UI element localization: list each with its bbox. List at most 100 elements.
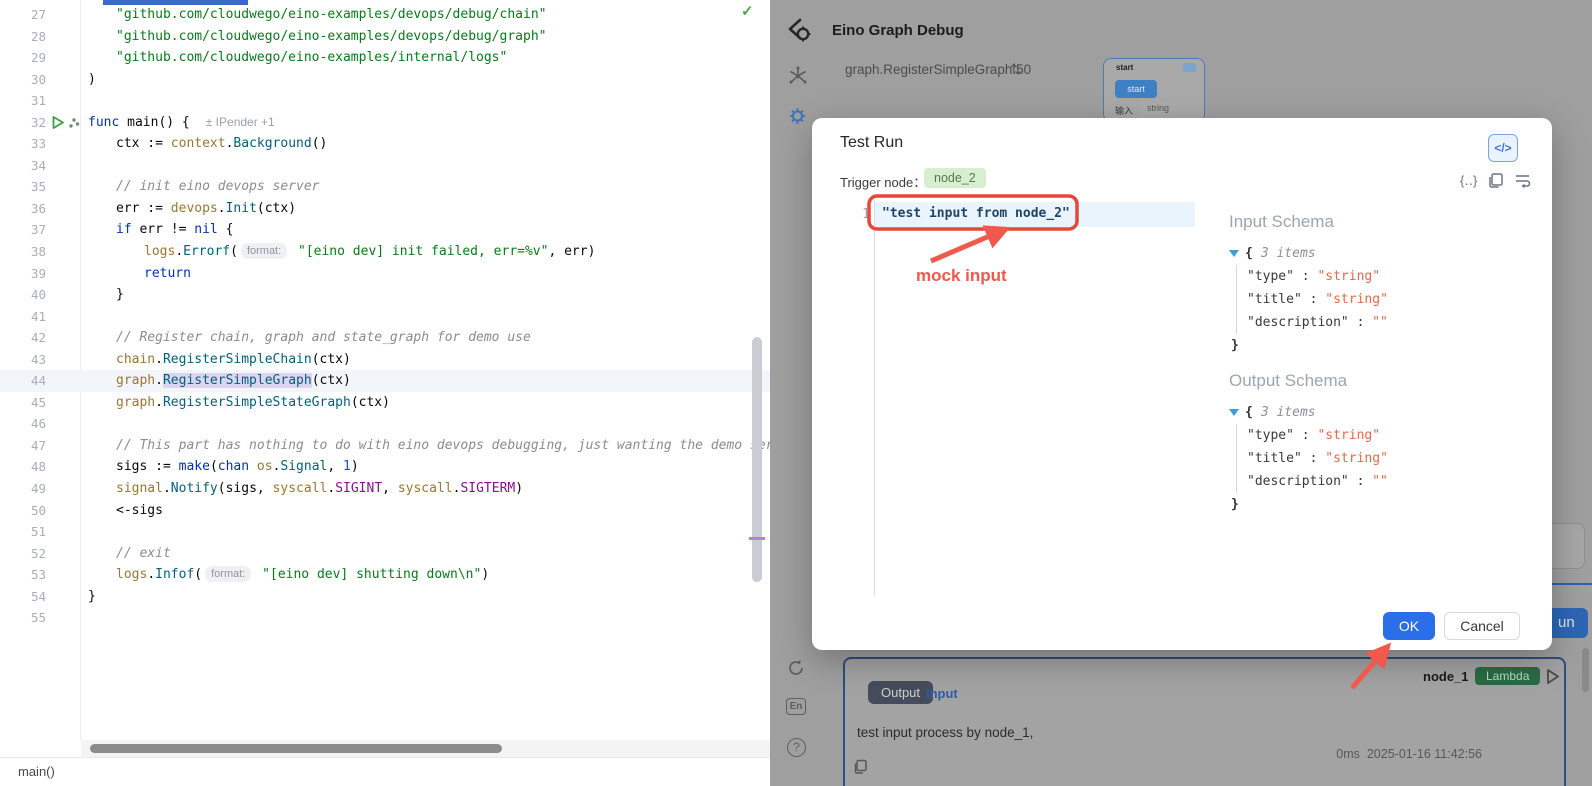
code-text: signal.Notify(sigs, syscall.SIGINT, sysc… xyxy=(88,478,523,500)
code-line[interactable]: 42// Register chain, graph and state_gra… xyxy=(0,327,770,349)
code-line[interactable]: 40} xyxy=(0,284,770,306)
graph-ref-label[interactable]: graph.RegisterSimpleGraph:50 xyxy=(845,62,1031,77)
input-schema-tree[interactable]: {3 items"type" : "string""title" : "stri… xyxy=(1229,242,1529,357)
panel-scrollbar[interactable] xyxy=(1582,648,1589,692)
line-number: 44 xyxy=(0,370,46,392)
code-line[interactable]: 48sigs := make(chan os.Signal, 1) xyxy=(0,456,770,478)
language-toggle-icon[interactable]: En xyxy=(786,698,806,715)
code-line[interactable]: 53logs.Infof(format: "[eino dev] shuttin… xyxy=(0,564,770,586)
code-line[interactable]: 33ctx := context.Background() xyxy=(0,133,770,155)
code-line[interactable]: 52// exit xyxy=(0,543,770,565)
schema-entry: "description" : "" xyxy=(1247,311,1529,334)
code-line[interactable]: 39return xyxy=(0,263,770,285)
ok-button[interactable]: OK xyxy=(1383,612,1435,640)
editor-gutter-divider xyxy=(874,200,875,595)
word-wrap-icon[interactable] xyxy=(1514,172,1531,189)
graph-view-icon[interactable] xyxy=(787,65,809,87)
line-number: 29 xyxy=(0,47,46,69)
refresh-icon[interactable] xyxy=(786,658,806,678)
run-icon[interactable] xyxy=(52,116,64,129)
code-lines[interactable]: 27"github.com/cloudwego/eino-examples/de… xyxy=(0,4,770,629)
code-line[interactable]: 44graph.RegisterSimpleGraph(ctx) xyxy=(0,370,770,392)
code-line[interactable]: 45graph.RegisterSimpleStateGraph(ctx) xyxy=(0,392,770,414)
line-number: 51 xyxy=(0,521,46,543)
code-line[interactable]: 31 xyxy=(0,90,770,112)
trigger-node-badge: node_2 xyxy=(924,168,986,188)
input-schema-title: Input Schema xyxy=(1229,212,1529,234)
code-line[interactable]: 29"github.com/cloudwego/eino-examples/in… xyxy=(0,47,770,69)
code-text: ctx := context.Background() xyxy=(88,133,327,155)
trigger-node-label: Trigger node： xyxy=(840,172,926,191)
code-text: err := devops.Init(ctx) xyxy=(88,198,296,220)
debug-icon[interactable] xyxy=(787,105,808,126)
copy-result-icon[interactable] xyxy=(853,759,868,774)
test-run-button-label-fragment: un xyxy=(1558,614,1575,631)
code-line[interactable]: 35// init eino devops server xyxy=(0,176,770,198)
sort-icon[interactable]: ⇅ xyxy=(1010,61,1022,78)
code-editor[interactable]: 27"github.com/cloudwego/eino-examples/de… xyxy=(0,0,770,758)
code-line[interactable]: 27"github.com/cloudwego/eino-examples/de… xyxy=(0,4,770,26)
tab-input[interactable]: Input xyxy=(926,686,958,701)
node-play-icon[interactable] xyxy=(1545,668,1561,685)
collapse-triangle-icon[interactable] xyxy=(1229,409,1239,416)
code-line[interactable]: 32func main() {± IPender +1 xyxy=(0,112,770,134)
line-number: 35 xyxy=(0,176,46,198)
code-line[interactable]: 30) xyxy=(0,69,770,91)
code-line[interactable]: 36err := devops.Init(ctx) xyxy=(0,198,770,220)
copy-icon[interactable] xyxy=(1487,172,1504,189)
code-line[interactable]: 54} xyxy=(0,586,770,608)
start-node-button[interactable]: start xyxy=(1115,80,1157,98)
code-line[interactable]: 41 xyxy=(0,306,770,328)
code-line[interactable]: 34 xyxy=(0,155,770,177)
start-node-card[interactable]: start start 输入 string xyxy=(1103,58,1205,122)
mock-input-code[interactable]: "test input from node_2" xyxy=(882,206,1070,221)
output-schema-tree[interactable]: {3 items"type" : "string""title" : "stri… xyxy=(1229,401,1529,516)
code-line[interactable]: 46 xyxy=(0,413,770,435)
line-number: 48 xyxy=(0,456,46,478)
code-line[interactable]: 43chain.RegisterSimpleChain(ctx) xyxy=(0,349,770,371)
schema-root-row[interactable]: {3 items xyxy=(1229,401,1529,424)
line-number: 43 xyxy=(0,349,46,371)
code-text: func main() {± IPender +1 xyxy=(88,112,275,134)
code-line[interactable]: 49 signal.Notify(sigs, syscall.SIGINT, sy… xyxy=(0,478,770,500)
schema-entry: "type" : "string" xyxy=(1247,265,1529,288)
line-number: 30 xyxy=(0,69,46,91)
code-line[interactable]: 55 xyxy=(0,607,770,629)
breadcrumb[interactable]: main() xyxy=(18,764,55,779)
schema-root-row[interactable]: {3 items xyxy=(1229,242,1529,265)
code-line[interactable]: 38 logs.Errorf(format: "[eino dev] init f… xyxy=(0,241,770,263)
editor-horizontal-scrollbar[interactable] xyxy=(90,744,502,753)
code-line[interactable]: 37if err != nil { xyxy=(0,219,770,241)
code-mode-button[interactable]: </> xyxy=(1488,134,1518,162)
code-text: logs.Errorf(format: "[eino dev] init fai… xyxy=(88,241,595,263)
editor-vertical-scrollbar[interactable] xyxy=(752,337,762,582)
line-number: 37 xyxy=(0,219,46,241)
tab-output[interactable]: Output xyxy=(868,681,933,704)
inspection-check-icon[interactable]: ✓ xyxy=(741,2,754,20)
collapse-triangle-icon[interactable] xyxy=(1229,250,1239,257)
schema-close-brace: } xyxy=(1231,334,1529,357)
code-text: ) xyxy=(88,69,96,91)
line-number: 40 xyxy=(0,284,46,306)
cancel-button[interactable]: Cancel xyxy=(1444,612,1520,640)
code-text: "github.com/cloudwego/eino-examples/devo… xyxy=(88,26,546,48)
eino-logo-icon xyxy=(784,14,818,48)
code-vision-hint[interactable]: ± IPender +1 xyxy=(206,115,275,129)
result-node-name: node_1 xyxy=(1423,669,1469,684)
code-line[interactable]: 28"github.com/cloudwego/eino-examples/de… xyxy=(0,26,770,48)
param-hint-chip: format: xyxy=(205,566,251,582)
help-icon[interactable]: ? xyxy=(787,738,806,757)
profile-run-icon[interactable] xyxy=(68,116,80,129)
line-number: 38 xyxy=(0,241,46,263)
node-result-card[interactable]: node_1 Lambda Output Input test input pr… xyxy=(843,657,1566,786)
run-gutter-icons[interactable] xyxy=(52,116,80,129)
schema-column: Input Schema {3 items"type" : "string""t… xyxy=(1229,212,1529,516)
schema-entries: "type" : "string""title" : "string""desc… xyxy=(1236,424,1529,493)
code-line[interactable]: 47// This part has nothing to do with ei… xyxy=(0,435,770,457)
lambda-badge: Lambda xyxy=(1475,667,1540,685)
schema-entry: "description" : "" xyxy=(1247,470,1529,493)
code-line[interactable]: 51 xyxy=(0,521,770,543)
line-number: 49 xyxy=(0,478,46,500)
format-json-icon[interactable]: {‥} xyxy=(1460,172,1477,189)
code-line[interactable]: 50<-sigs xyxy=(0,500,770,522)
